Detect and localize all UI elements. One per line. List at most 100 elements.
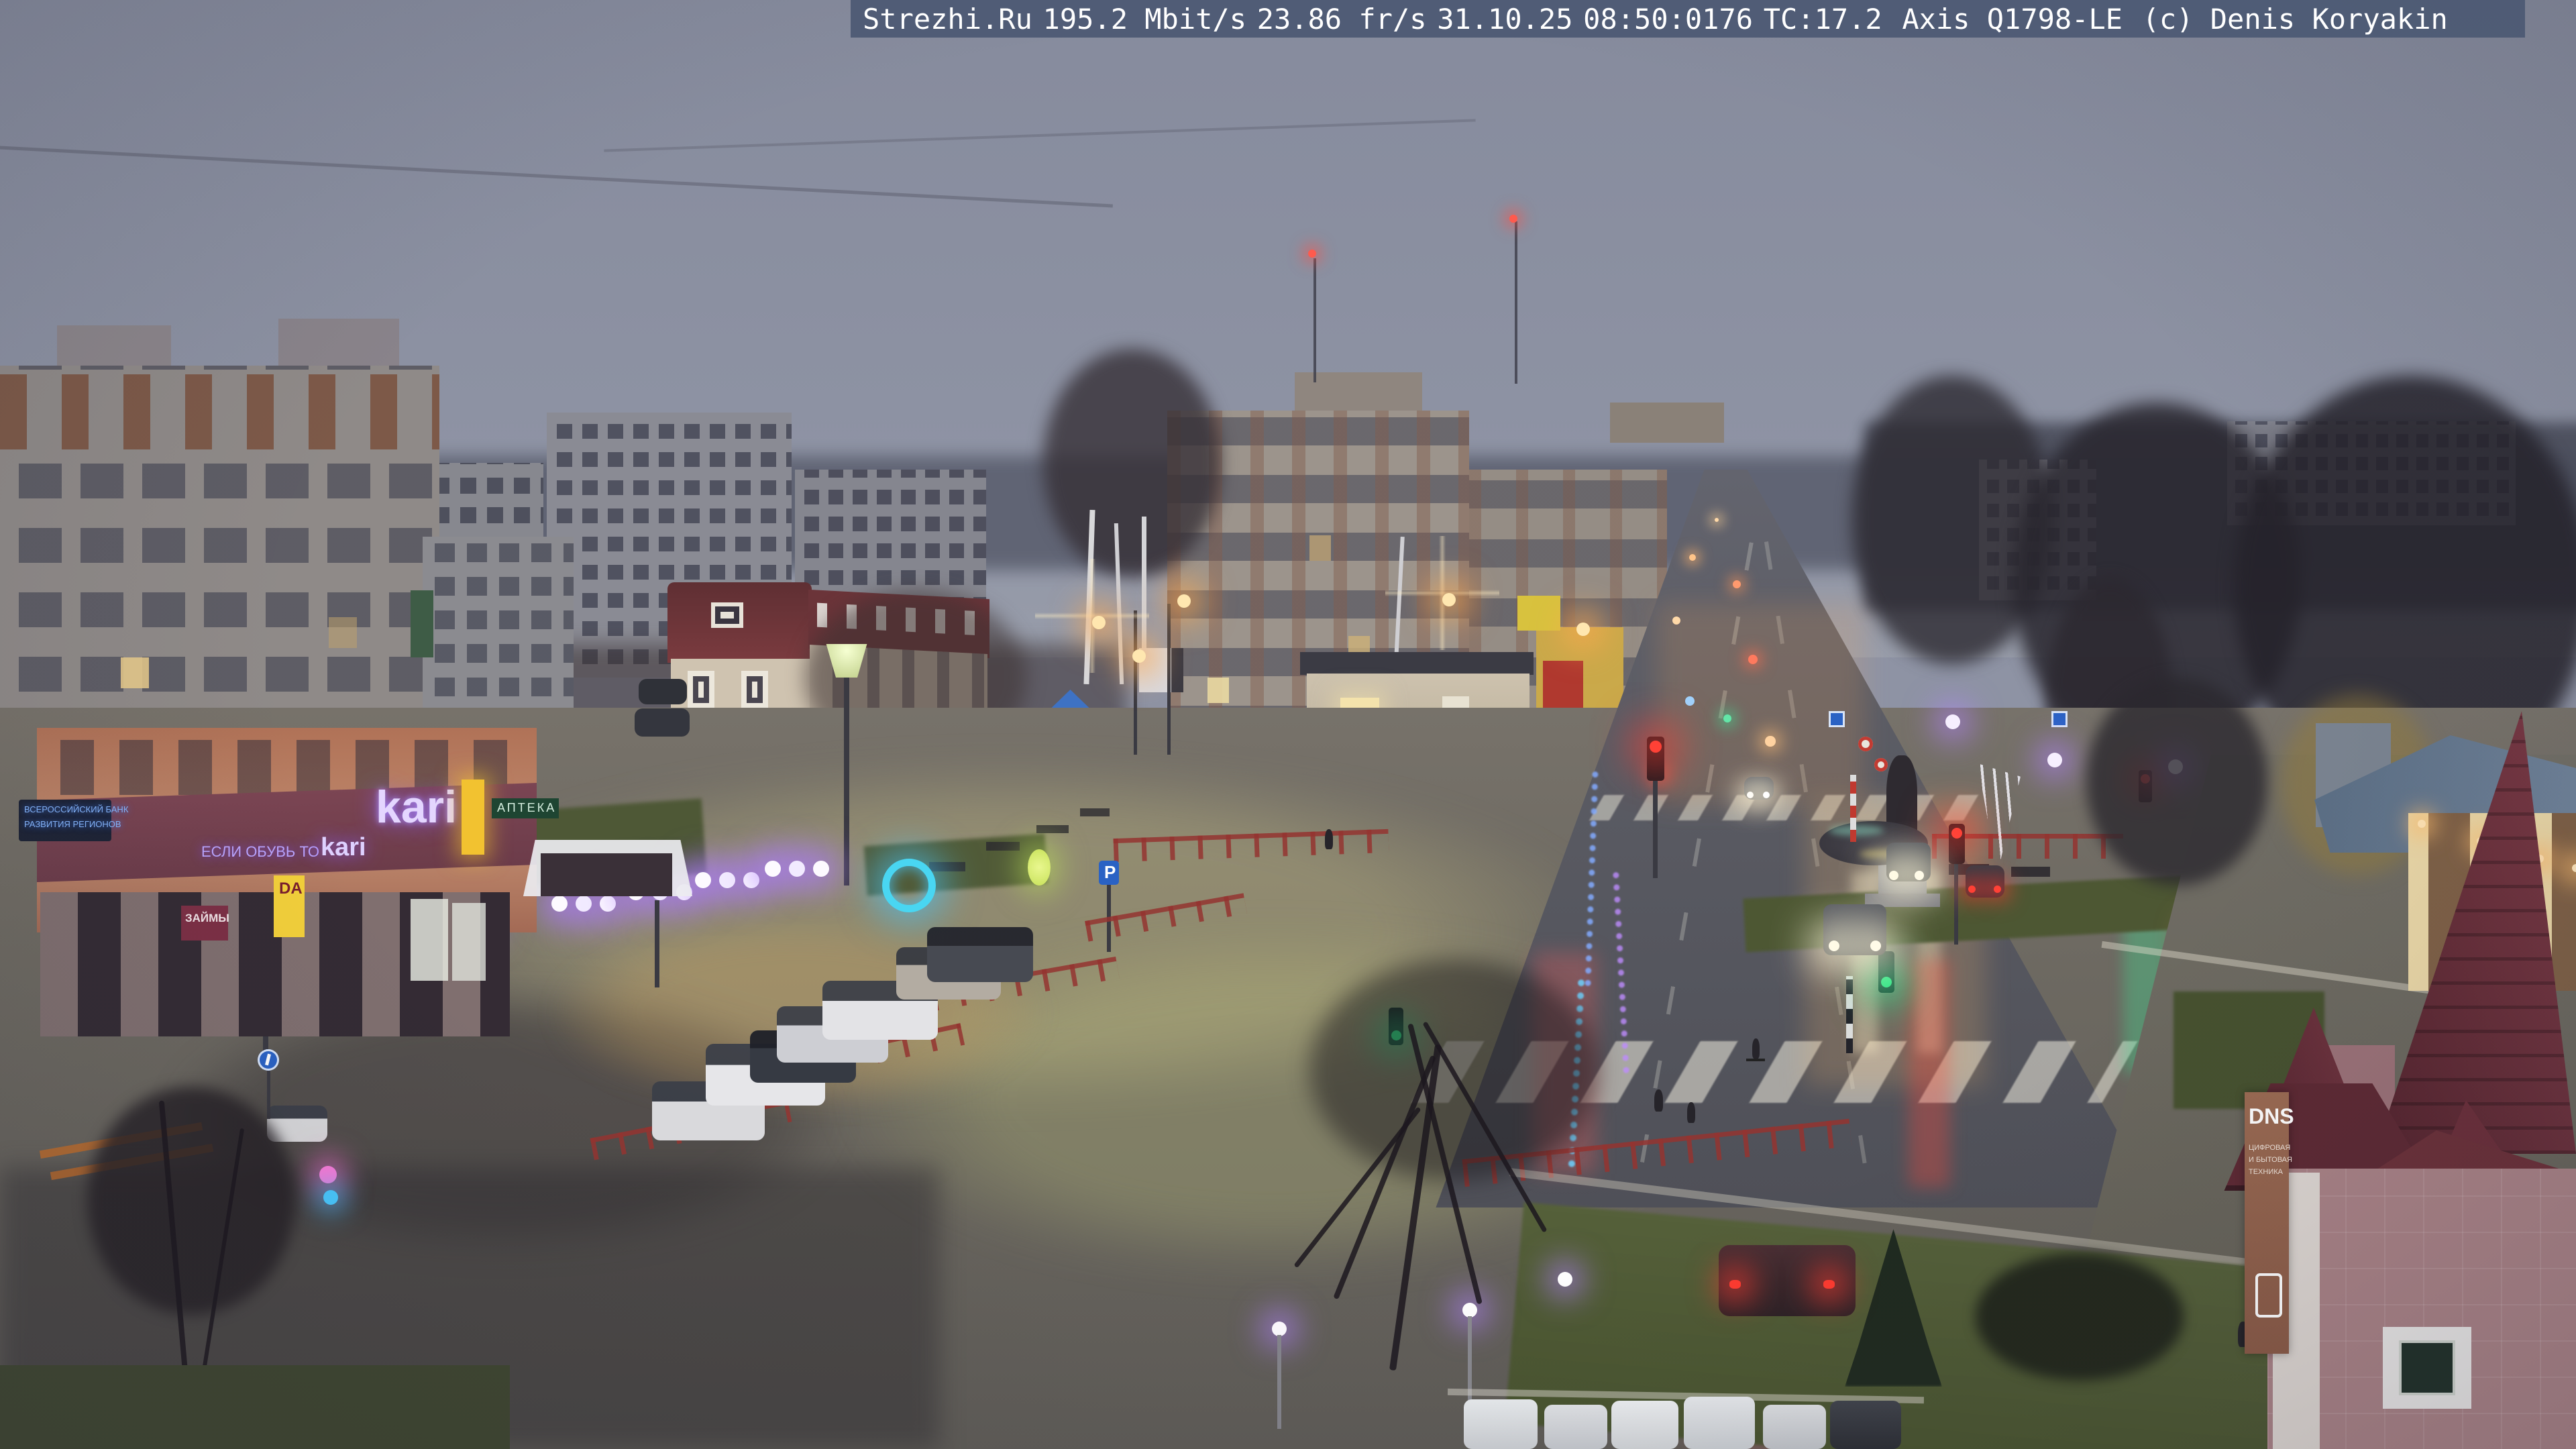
smartphone-icon [2255,1273,2282,1318]
sign-pole [267,1071,270,1119]
dns-banner-logo: DNS [2249,1104,2294,1128]
lawn-lamp [1558,1272,1572,1287]
lit-windows [1208,678,1229,703]
kari-sign-small: kari [321,833,366,861]
lawn [0,1365,510,1449]
lit-windows [40,557,68,588]
overlay-time: 08:50:0176 [1583,2,1754,36]
left-building-brick-accent [0,374,439,449]
overlay-framerate: 23.86 fr/s [1256,2,1427,36]
parked-car-dark [639,679,687,704]
da-sign: DA [279,879,303,898]
bench [929,862,965,871]
parking-sign-label: P [1104,862,1116,882]
parked-car-bottom [1763,1405,1826,1449]
cyan-ring-art [882,859,936,912]
tree-mass [2086,678,2267,885]
distant-lights [1715,518,1719,522]
headlight [1870,941,1881,951]
parked-car [927,927,1033,982]
lime-oval-art [1028,849,1051,885]
headlight [1747,792,1754,798]
antenna-light [1308,250,1316,258]
traffic-light-pole [1954,864,1958,945]
bench [986,842,1020,851]
scooter [1746,1059,1765,1061]
pedestrian [1687,1102,1695,1123]
bush [1976,1253,2184,1381]
pavilion-roof [1300,652,1534,675]
crosswalk-sign-icon [1829,711,1845,727]
parked-car-bottom-dark [1830,1401,1901,1449]
taillight [1823,1280,1835,1289]
small-billboard [1517,596,1560,631]
pedestrian [1325,829,1333,849]
bench [1080,808,1110,816]
parked-car-bottom [1684,1397,1755,1449]
flag-pole [1167,604,1171,755]
kari-tagline: ЕСЛИ ОБУВЬ ТО [201,843,319,860]
dns-banner-line2: И БЫТОВАЯ [2249,1156,2292,1164]
parked-car-bottom [1611,1401,1678,1449]
fountain-glint [1829,825,1884,836]
entrance-interior [541,853,672,896]
sign-pole-striped [1850,775,1856,842]
neon-kiosk-cyan [323,1190,338,1205]
headlight [1889,871,1898,880]
window [741,671,768,708]
bank-sign-line1: ВСЕРОССИЙСКИЙ БАНК [24,804,129,814]
taillight [1729,1280,1741,1289]
traffic-light-red [1650,741,1662,753]
headlight [1829,941,1839,951]
bank-sign-line2: РАЗВИТИЯ РЕГИОНОВ [24,819,121,829]
lawn-lamp [1272,1322,1287,1336]
street-lamp-warm [1132,649,1146,663]
globe-lamp-cluster [551,896,568,912]
street-lamp-warm [1576,623,1590,636]
roof-box [1610,402,1724,443]
traffic-light-green [1881,977,1892,987]
overlay-timecode: TC:17.2 [1763,2,1882,36]
lamp-pole [655,900,659,987]
reflection-distant [1657,604,1865,805]
street-lamp-violet [2047,753,2062,767]
overlay-copyright: (c) Denis Koryakin [2142,2,2448,36]
bench [1036,825,1069,833]
headlight [1915,871,1924,880]
antenna-light [1509,215,1517,223]
taillight [1994,885,2001,893]
pedestrian [1654,1089,1663,1112]
parked-car-dark [635,708,690,737]
reflection-red [1909,959,1950,1187]
median-striped-pole [1846,976,1853,1053]
street-lamp-warm [1442,593,1456,606]
green-gable-house [411,590,433,657]
webcam-frame: КРУЖКА АвтоЛига ЕДЫ ПО ПУТИ [0,0,2576,1449]
dns-banner-line1: ЦИФРОВАЯ [2249,1144,2291,1152]
traffic-light-red [1951,828,1962,839]
overlay-site: Strezhi.Ru [863,2,1032,36]
bench [2011,867,2050,877]
overlay-camera-model: Axis Q1798-LE [1902,2,2123,36]
crosswalk-sign-icon [2051,711,2068,727]
parked-car-bottom [1464,1399,1538,1449]
kari-sign: kari [376,782,457,833]
headlight [1763,792,1770,798]
lamp-pole [1277,1335,1281,1429]
street-lamp-violet [1945,714,1960,729]
globe-lamp-cluster [695,872,711,888]
traffic-light-pole [1653,781,1658,878]
bare-tree [1043,349,1221,577]
flag-pole [1134,610,1137,755]
foreground-tree-left [87,1087,295,1315]
globe-lamp-cluster [765,861,781,877]
round-sign-icon [1858,737,1873,751]
pedestrian-scooter [1752,1038,1760,1059]
antenna-mast [1313,258,1316,382]
street-lamp-warm [1177,594,1191,608]
lawn-lamp [1462,1303,1477,1318]
neon-kiosk-pink [319,1166,337,1183]
dns-window-glass [2399,1340,2455,1395]
lamp-pole [844,674,849,885]
overlay-bitrate: 195.2 Mbit/s [1042,2,1246,36]
